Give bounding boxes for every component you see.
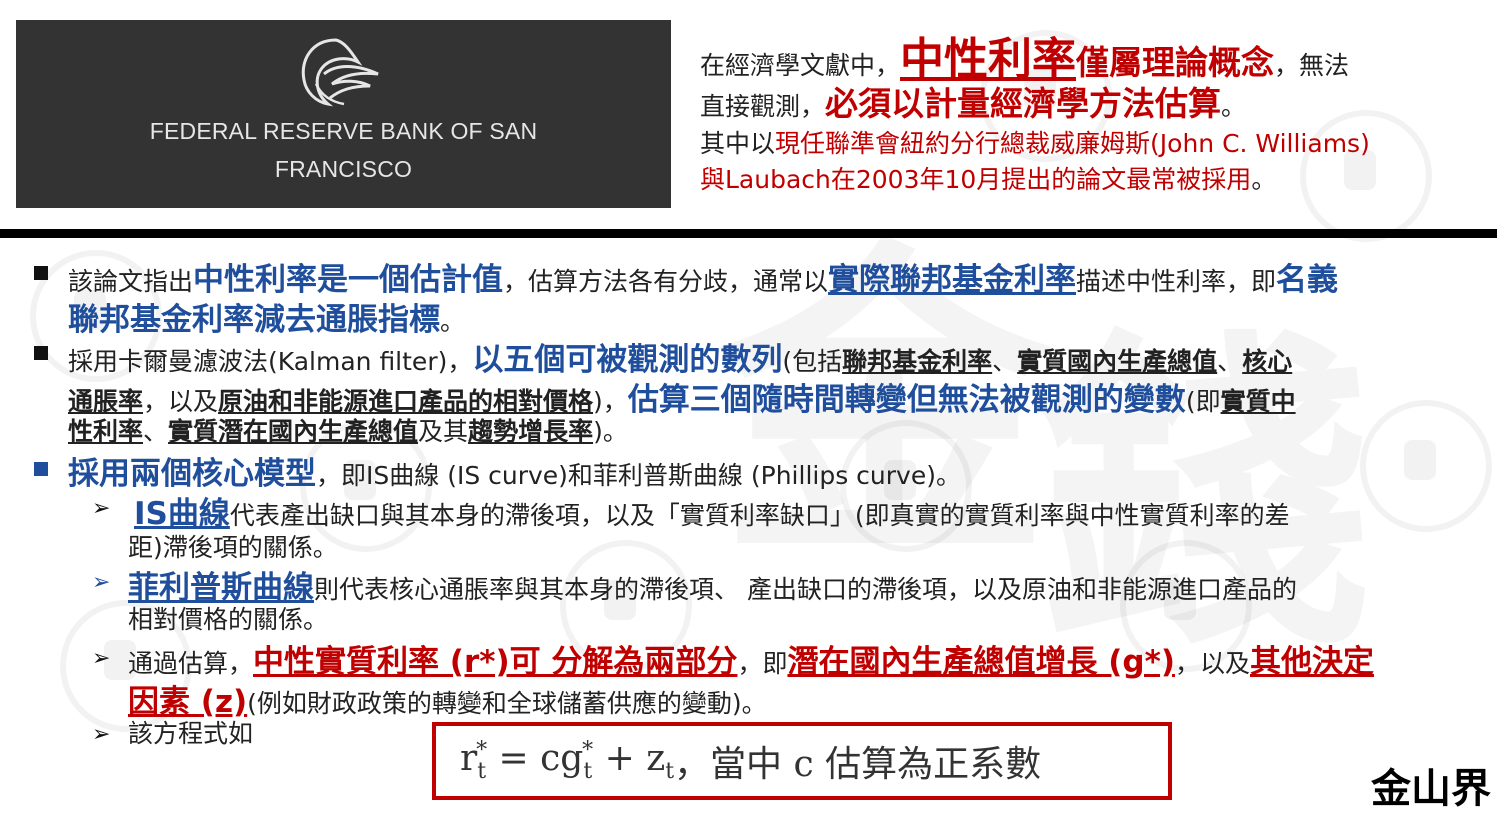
text: (例如財政政策的轉變和全球儲蓄供應的變動)。 — [247, 689, 767, 718]
subpoint-1-line-2: 距)滯後項的關係。 — [128, 528, 338, 564]
text: 、 — [143, 417, 169, 446]
arrow-bullet-icon: ➢ — [92, 496, 111, 521]
text: 、 — [992, 347, 1018, 376]
highlight: 聯邦基金利率減去通脹指標 — [68, 302, 440, 338]
text: (即 — [1185, 387, 1221, 416]
subpoint-2-line-2: 相對價格的關係。 — [128, 600, 328, 636]
laubach-reference: 與Laubach在2003年10月提出的論文最常被採用 — [700, 165, 1252, 194]
highlight: 中性實質利率 (r*)可 分解為兩部分 — [253, 644, 738, 680]
lock-stamp-icon — [1360, 400, 1492, 532]
subpoint-1-line-1: IS曲線代表產出缺口與其本身的滯後項，以及「實質利率缺口」(即真實的實質利率與中… — [134, 488, 1290, 533]
text: 距)滯後項的關係。 — [128, 533, 338, 562]
theory-concept-highlight: 僅屬理論概念 — [1076, 43, 1275, 82]
arrow-bullet-icon: ➢ — [92, 722, 111, 747]
highlight: 聯邦基金利率 — [842, 347, 993, 376]
intro-line-1: 在經濟學文獻中，中性利率僅屬理論概念，無法 — [700, 34, 1350, 85]
intro-line-4: 與Laubach在2003年10月提出的論文最常被採用。 — [700, 166, 1276, 194]
text: 代表產出缺口與其本身的滯後項，以及「實質利率缺口」(即真實的實質利率與中性實質利… — [229, 501, 1290, 530]
point-3-line-1: 採用兩個核心模型，即IS曲線 (IS curve)和菲利普斯曲線 (Philli… — [68, 448, 961, 493]
bank-name-line1: FEDERAL RESERVE BANK OF SAN — [149, 118, 538, 144]
highlight: 以五個可被觀測的數列 — [472, 342, 783, 378]
intro-line-2: 直接觀測，必須以計量經濟學方法估算。 — [700, 84, 1247, 123]
point-2-line-1: 採用卡爾曼濾波法(Kalman filter)，以五個可被觀測的數列(包括聯邦基… — [68, 334, 1292, 379]
fed-logo-panel: FEDERAL RESERVE BANK OF SAN FRANCISCO — [16, 20, 671, 208]
highlight: 實質潛在國內生產總值 — [168, 417, 419, 446]
intro-line-3: 其中以現任聯準會紐約分行總裁威廉姆斯(John C. Williams) — [700, 130, 1370, 158]
highlight: IS曲線 — [134, 496, 230, 532]
square-bullet-icon — [34, 266, 48, 280]
highlight: 潛在國內生產總值增長 (g*) — [787, 644, 1175, 680]
bank-name-line2: FRANCISCO — [274, 156, 413, 182]
intro-text: 。 — [1251, 165, 1277, 194]
text: 。 — [440, 307, 466, 336]
text: 相對價格的關係。 — [128, 605, 329, 634]
point-1-line-2: 聯邦基金利率減去通脹指標。 — [68, 294, 465, 339]
square-bullet-icon — [34, 346, 48, 360]
text: ，估算方法各有分歧，通常以 — [503, 267, 829, 296]
highlight: 實際聯邦基金利率 — [828, 262, 1077, 298]
text: )。 — [593, 417, 628, 446]
section-divider — [0, 229, 1497, 238]
subpoint-3-line-1: 通過估算，中性實質利率 (r*)可 分解為兩部分，即潛在國內生產總值增長 (g*… — [128, 636, 1374, 681]
williams-reference: 現任聯準會紐約分行總裁威廉姆斯(John C. Williams) — [775, 129, 1370, 158]
highlight: 核心 — [1242, 347, 1293, 376]
square-bullet-icon — [34, 462, 48, 476]
highlight: 實質國內生產總值 — [1017, 347, 1218, 376]
highlight: 中性利率是一個估計值 — [193, 262, 504, 298]
arrow-bullet-icon: ➢ — [92, 570, 111, 595]
equation-note: ，當中 c 估算為正系數 — [674, 744, 1042, 785]
highlight: 趨勢增長率 — [468, 417, 594, 446]
intro-text: 直接觀測， — [700, 92, 826, 121]
corner-brand-logo: 金山界 — [1371, 765, 1491, 812]
highlight: 採用兩個核心模型 — [68, 456, 316, 492]
text: 該方程式如 — [128, 719, 254, 748]
econometrics-highlight: 必須以計量經濟學方法估算 — [825, 84, 1222, 123]
text: 採用卡爾曼濾波法(Kalman filter)， — [68, 347, 473, 376]
intro-text: 在經濟學文獻中， — [700, 51, 901, 80]
text: 及其 — [418, 417, 469, 446]
text: ，即 — [737, 649, 788, 678]
text: 通過估算， — [128, 649, 254, 678]
highlight: 實質中 — [1220, 387, 1296, 416]
text: ，即IS曲線 (IS curve)和菲利普斯曲線 (Phillips curve… — [316, 461, 961, 490]
highlight: 名義 — [1276, 262, 1339, 298]
eagle-logo-icon — [301, 38, 379, 107]
highlight: 其他決定 — [1250, 644, 1374, 680]
arrow-bullet-icon: ➢ — [92, 646, 111, 671]
neutral-rate-highlight: 中性利率 — [900, 34, 1077, 85]
intro-text: ，無法 — [1274, 51, 1350, 80]
intro-text: 其中以 — [700, 129, 776, 158]
intro-text: 。 — [1221, 92, 1247, 121]
point-2-line-3: 性利率、實質潛在國內生產總值及其趨勢增長率)。 — [68, 412, 628, 448]
equation-box: rt* = cgt* + zt ，當中 c 估算為正系數 — [432, 722, 1172, 800]
highlight: 性利率 — [68, 417, 144, 446]
point-1-line-1: 該論文指出中性利率是一個估計值，估算方法各有分歧，通常以實際聯邦基金利率描述中性… — [68, 254, 1338, 299]
subpoint-4-line-1: 該方程式如 — [128, 714, 253, 750]
highlight: 估算三個隨時間轉變但無法被觀測的變數 — [627, 382, 1186, 418]
equation-formula: rt* = cgt* + zt — [460, 737, 675, 785]
text: 描述中性利率，即 — [1076, 267, 1277, 296]
text: 該論文指出 — [68, 267, 194, 296]
text: 、 — [1217, 347, 1243, 376]
text: ，以及 — [1174, 649, 1250, 678]
text: 則代表核心通脹率與其本身的滯後項、 產出缺口的滯後項，以及原油和非能源進口產品的 — [314, 575, 1297, 604]
text: (包括 — [782, 347, 843, 376]
